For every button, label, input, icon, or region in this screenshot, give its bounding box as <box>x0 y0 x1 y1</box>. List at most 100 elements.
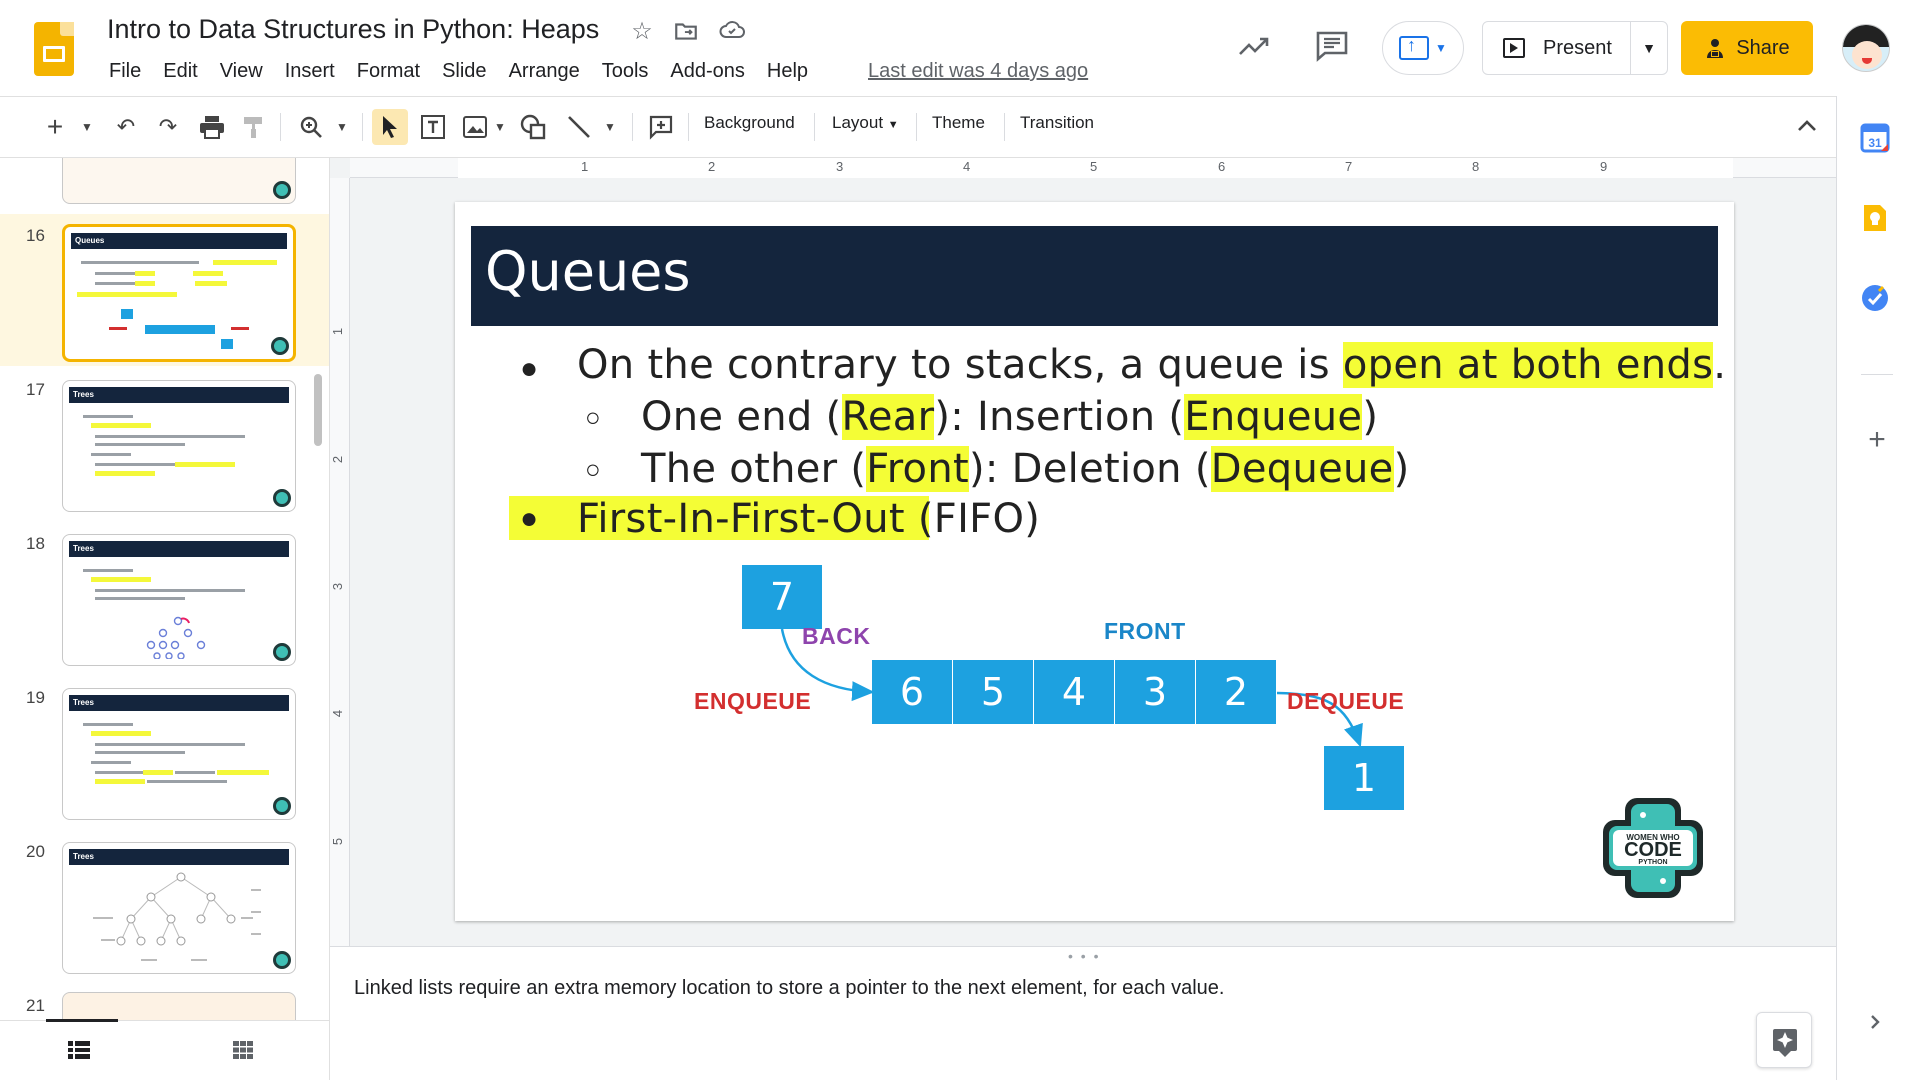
expand-panel-chevron-icon[interactable] <box>1859 1006 1895 1042</box>
slide-thumbnail-20[interactable]: Trees <box>62 842 296 974</box>
menu-view[interactable]: View <box>209 58 274 88</box>
filmstrip-footer <box>0 1019 330 1080</box>
slide-thumbnail-21[interactable] <box>62 992 296 1020</box>
last-edit-link[interactable]: Last edit was 4 days ago <box>868 60 1088 83</box>
calendar-icon[interactable]: 31 <box>1859 122 1895 158</box>
slide-filmstrip[interactable]: 16 Queues 17 Trees 18 Trees 19 Trees 20 … <box>0 158 330 1020</box>
slide-number: 21 <box>26 996 45 1015</box>
menu-format[interactable]: Format <box>346 58 431 88</box>
share-label: Share <box>1736 36 1790 59</box>
menu-file[interactable]: File <box>98 58 152 88</box>
current-slide[interactable]: Queues ● On the contrary to stacks, a qu… <box>455 202 1734 921</box>
thumbnail-title: Trees <box>69 695 289 711</box>
back-label: BACK <box>802 623 871 649</box>
transition-button[interactable]: Transition <box>1020 113 1094 133</box>
redo-icon[interactable]: ↷ <box>152 109 184 145</box>
speaker-notes-panel[interactable]: Linked lists require an extra memory loc… <box>330 946 1836 1080</box>
thumbnail-title: Trees <box>69 849 289 865</box>
zoom-icon[interactable] <box>294 109 328 145</box>
vertical-ruler[interactable]: 1 2 3 4 5 <box>330 178 350 946</box>
queue-element[interactable]: 3 <box>1115 660 1195 724</box>
present-options-dropdown[interactable]: ▼ <box>1631 40 1667 56</box>
move-folder-icon[interactable] <box>672 18 700 46</box>
thumbnail-title: Queues <box>71 233 287 249</box>
ruler-mark: 8 <box>1472 159 1480 174</box>
ruler-mark: 4 <box>330 709 346 718</box>
slides-logo-icon[interactable] <box>34 22 74 76</box>
filmstrip-scrollbar[interactable] <box>314 374 322 446</box>
thumbnail-title: Trees <box>69 541 289 557</box>
present-to-meeting-button[interactable]: ▼ <box>1382 21 1464 75</box>
slide-thumbnail-18[interactable]: Trees <box>62 534 296 666</box>
insert-image-icon[interactable] <box>458 109 492 145</box>
menu-addons[interactable]: Add-ons <box>659 58 756 88</box>
incoming-element[interactable]: 7 <box>742 565 822 629</box>
keep-icon[interactable] <box>1859 202 1895 238</box>
document-title[interactable]: Intro to Data Structures in Python: Heap… <box>107 14 599 45</box>
queue-element[interactable]: 5 <box>953 660 1033 724</box>
ruler-mark: 3 <box>330 582 346 591</box>
lock-person-icon <box>1707 39 1724 58</box>
slide-number: 18 <box>26 534 45 553</box>
speaker-notes-text[interactable]: Linked lists require an extra memory loc… <box>354 977 1224 1000</box>
menu-insert[interactable]: Insert <box>274 58 346 88</box>
line-icon[interactable] <box>562 109 596 145</box>
collapse-menus-icon[interactable] <box>1796 112 1818 138</box>
slide-thumbnail-17[interactable]: Trees <box>62 380 296 512</box>
menu-slide[interactable]: Slide <box>431 58 497 88</box>
ruler-mark: 1 <box>330 327 346 336</box>
tasks-icon[interactable] <box>1859 282 1895 318</box>
queue-arrows <box>780 628 1363 748</box>
cloud-saved-icon[interactable] <box>718 18 746 46</box>
logo-line2: CODE <box>1624 839 1682 861</box>
explore-button[interactable] <box>1756 1012 1812 1068</box>
undo-icon[interactable]: ↶ <box>110 109 142 145</box>
layout-button[interactable]: Layout ▼ <box>832 113 899 133</box>
comments-icon[interactable] <box>1314 28 1354 68</box>
get-addons-plus-icon[interactable]: + <box>1859 422 1895 458</box>
shape-icon[interactable] <box>516 109 550 145</box>
paint-format-icon[interactable] <box>238 109 270 145</box>
grid-view-icon[interactable] <box>233 1041 253 1059</box>
select-pointer-icon[interactable] <box>372 109 408 145</box>
women-who-code-python-logo[interactable]: WOMEN WHO CODE PYTHON <box>1597 792 1709 904</box>
present-label: Present <box>1543 36 1612 59</box>
menu-help[interactable]: Help <box>756 58 819 88</box>
activity-dashboard-icon[interactable] <box>1236 28 1276 68</box>
dequeued-element[interactable]: 1 <box>1324 746 1404 810</box>
text-box-icon[interactable] <box>416 109 450 145</box>
add-comment-icon[interactable] <box>644 109 678 145</box>
editing-toolbar: + ▼ ↶ ↷ ▼ ▼ ▼ Background Layout ▼ Theme … <box>0 96 1836 158</box>
chevron-down-icon: ▼ <box>1435 41 1447 55</box>
user-avatar[interactable] <box>1842 24 1890 72</box>
queue-element[interactable]: 2 <box>1196 660 1276 724</box>
filmstrip-view-icon[interactable] <box>68 1041 90 1059</box>
image-dropdown-icon[interactable]: ▼ <box>492 109 508 145</box>
new-slide-plus-icon[interactable]: + <box>40 109 70 145</box>
zoom-dropdown-icon[interactable]: ▼ <box>332 109 352 145</box>
background-button[interactable]: Background <box>704 113 795 133</box>
line-dropdown-icon[interactable]: ▼ <box>600 109 620 145</box>
explore-sparkle-icon <box>1773 1029 1797 1057</box>
share-button[interactable]: Share <box>1681 21 1813 75</box>
print-icon[interactable] <box>196 109 228 145</box>
side-panel: 31 + <box>1836 96 1920 1080</box>
theme-button[interactable]: Theme <box>932 113 985 133</box>
menu-edit[interactable]: Edit <box>152 58 208 88</box>
slide-thumbnail-15[interactable] <box>62 158 296 204</box>
slide-thumbnail-16[interactable]: Queues <box>62 224 296 362</box>
ruler-mark: 4 <box>963 159 971 174</box>
horizontal-ruler[interactable]: 1 2 3 4 5 6 7 8 9 <box>350 158 1836 178</box>
new-slide-layout-dropdown-icon[interactable]: ▼ <box>76 109 98 145</box>
menu-bar: File Edit View Insert Format Slide Arran… <box>98 58 819 88</box>
menu-arrange[interactable]: Arrange <box>498 58 591 88</box>
queue-element[interactable]: 6 <box>872 660 952 724</box>
slide-number: 16 <box>26 226 45 245</box>
ruler-mark: 1 <box>581 159 589 174</box>
queue-element[interactable]: 4 <box>1034 660 1114 724</box>
present-button[interactable]: Present <box>1483 22 1631 74</box>
slide-thumbnail-19[interactable]: Trees <box>62 688 296 820</box>
notes-resize-handle[interactable]: • • • <box>1068 948 1100 964</box>
star-icon[interactable]: ☆ <box>628 18 656 46</box>
menu-tools[interactable]: Tools <box>591 58 660 88</box>
